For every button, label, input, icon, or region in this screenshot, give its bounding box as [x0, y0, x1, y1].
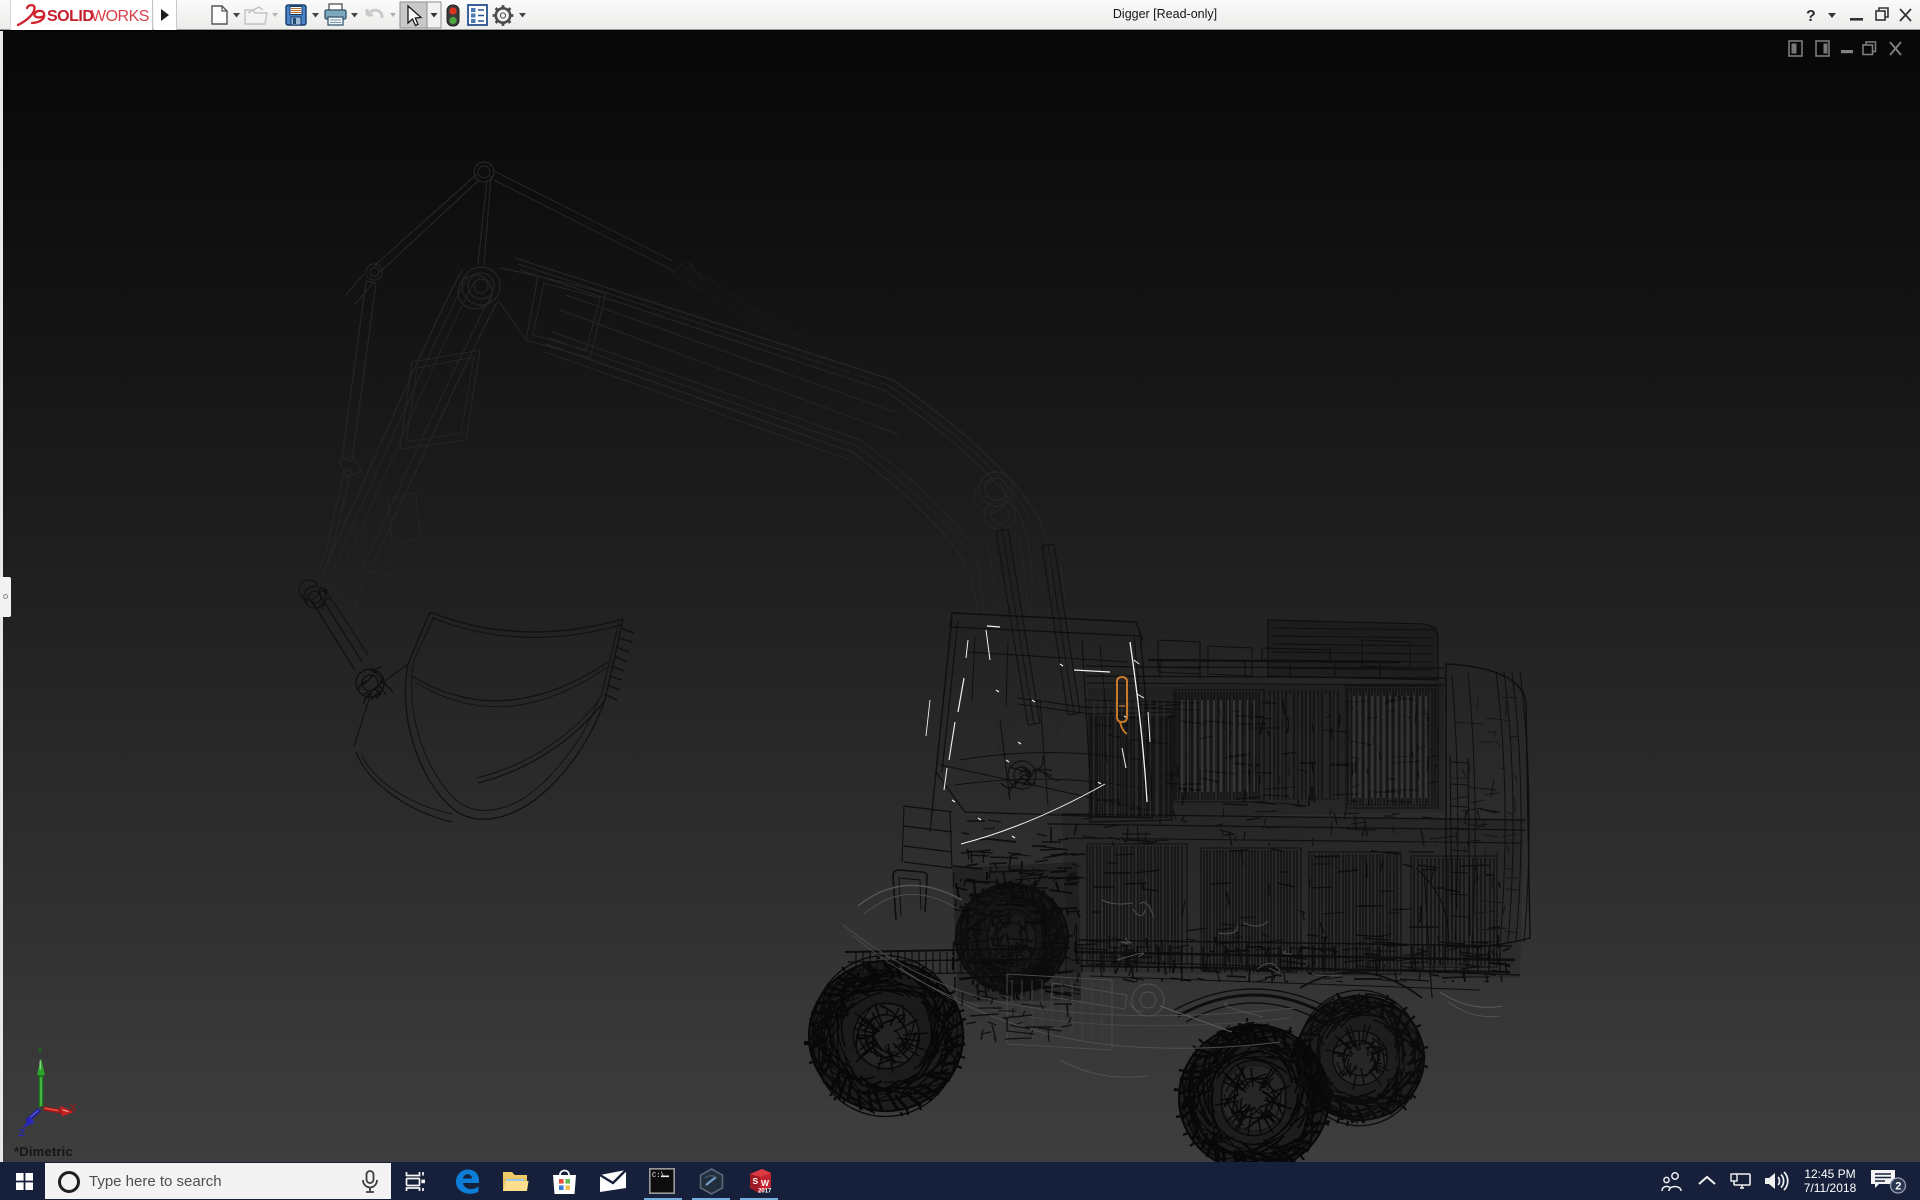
- svg-text:?: ?: [1806, 8, 1816, 25]
- svg-text:W: W: [761, 1178, 770, 1188]
- svg-text:2: 2: [1895, 1181, 1901, 1193]
- svg-text:S: S: [753, 1176, 759, 1186]
- svg-text:2017: 2017: [758, 1189, 772, 1195]
